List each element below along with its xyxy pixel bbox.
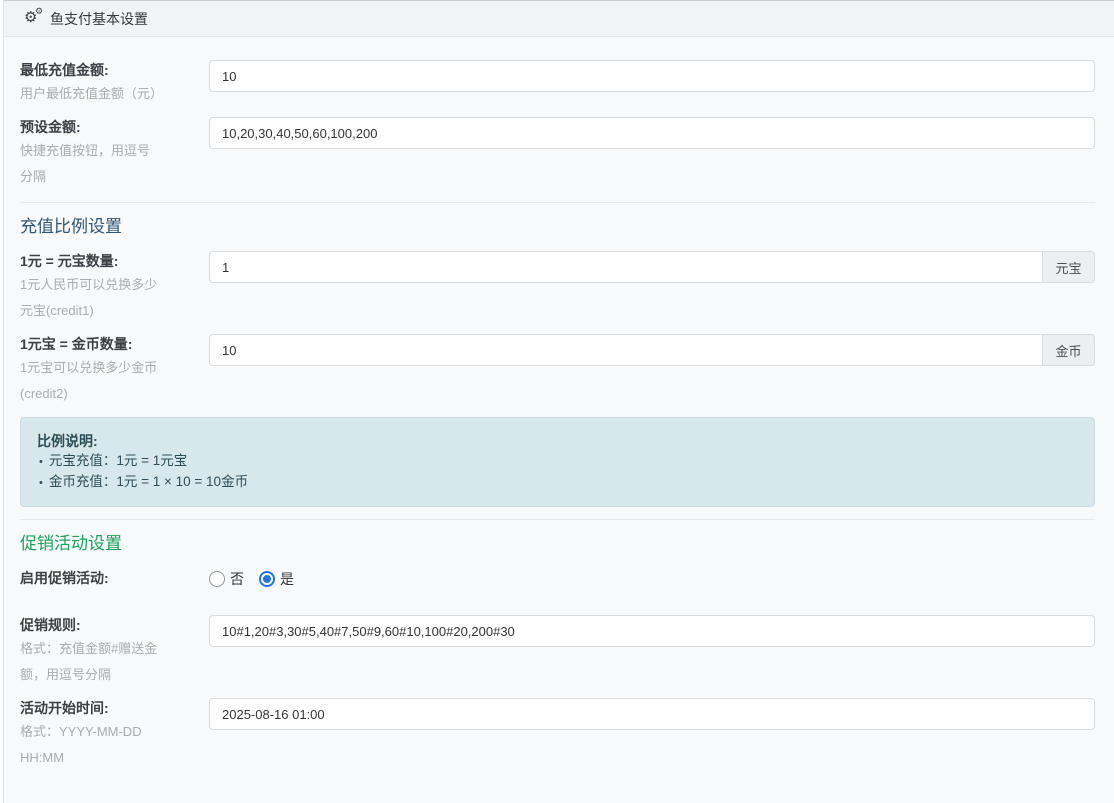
radio-no-icon[interactable] (209, 571, 225, 587)
form-row-promo-rules: 促销规则: 格式：充值金额#赠送金额，用逗号分隔 (20, 615, 1095, 688)
form-row-promo-start-time: 活动开始时间: 格式：YYYY-MM-DD HH:MM (20, 698, 1095, 771)
radio-yes-label: 是 (280, 569, 294, 589)
section-divider (20, 519, 1095, 520)
promo-start-time-label: 活动开始时间: (20, 698, 160, 719)
min-amount-input[interactable] (209, 60, 1095, 92)
yuanbao-ratio-input[interactable] (209, 251, 1043, 283)
promo-section-heading: 促销活动设置 (20, 532, 1095, 556)
form-row-enable-promo: 启用促销活动: 否 是 (20, 568, 1095, 589)
section-divider (20, 202, 1095, 203)
ratio-note-item: 金币充值：1元 = 1 × 10 = 10金币 (37, 472, 1078, 493)
promo-radio-option-no[interactable]: 否 (209, 569, 244, 589)
promo-rules-label: 促销规则: (20, 615, 160, 636)
form-row-coin-ratio: 1元宝 = 金币数量: 1元宝可以兑换多少金币(credit2) 金币 (20, 334, 1095, 407)
cogs-icon (24, 11, 44, 27)
radio-yes-icon[interactable] (259, 571, 275, 587)
preset-amounts-help: 快捷充值按钮，用逗号分隔 (20, 138, 160, 190)
coin-ratio-help: 1元宝可以兑换多少金币(credit2) (20, 355, 160, 407)
enable-promo-radio-group: 否 是 (209, 568, 1095, 589)
ratio-note-list: 元宝充值：1元 = 1元宝 金币充值：1元 = 1 × 10 = 10金币 (37, 451, 1078, 493)
promo-radio-option-yes[interactable]: 是 (259, 569, 294, 589)
form-row-min-amount: 最低充值金额: 用户最低充值金额（元） (20, 60, 1095, 107)
coin-ratio-input[interactable] (209, 334, 1043, 366)
radio-no-label: 否 (230, 569, 244, 589)
settings-panel: 鱼支付基本设置 最低充值金额: 用户最低充值金额（元） 预设金额: 快捷充值按钮… (3, 0, 1114, 803)
coin-ratio-label: 1元宝 = 金币数量: (20, 334, 160, 355)
preset-amounts-input[interactable] (209, 117, 1095, 149)
yuanbao-ratio-help: 1元人民币可以兑换多少元宝(credit1) (20, 272, 160, 324)
ratio-note-title: 比例说明: (37, 431, 1078, 451)
coin-addon: 金币 (1043, 334, 1095, 366)
promo-rules-help: 格式：充值金额#赠送金额，用逗号分隔 (20, 636, 160, 688)
preset-amounts-label: 预设金额: (20, 117, 160, 138)
ratio-note-item: 元宝充值：1元 = 1元宝 (37, 451, 1078, 472)
enable-promo-label: 启用促销活动: (20, 568, 160, 589)
form-row-yuanbao-ratio: 1元 = 元宝数量: 1元人民币可以兑换多少元宝(credit1) 元宝 (20, 251, 1095, 324)
panel-header: 鱼支付基本设置 (4, 0, 1114, 37)
ratio-section-heading: 充值比例设置 (20, 215, 1095, 239)
promo-start-time-help: 格式：YYYY-MM-DD HH:MM (20, 719, 160, 771)
promo-start-time-input[interactable] (209, 698, 1095, 730)
yuanbao-addon: 元宝 (1043, 251, 1095, 283)
yuanbao-ratio-label: 1元 = 元宝数量: (20, 251, 160, 272)
min-amount-label: 最低充值金额: (20, 60, 160, 81)
ratio-note-box: 比例说明: 元宝充值：1元 = 1元宝 金币充值：1元 = 1 × 10 = 1… (20, 417, 1095, 507)
panel-title: 鱼支付基本设置 (50, 9, 148, 29)
min-amount-help: 用户最低充值金额（元） (20, 81, 160, 107)
panel-body: 最低充值金额: 用户最低充值金额（元） 预设金额: 快捷充值按钮，用逗号分隔 充… (4, 37, 1114, 803)
form-row-preset-amounts: 预设金额: 快捷充值按钮，用逗号分隔 (20, 117, 1095, 190)
promo-rules-input[interactable] (209, 615, 1095, 647)
